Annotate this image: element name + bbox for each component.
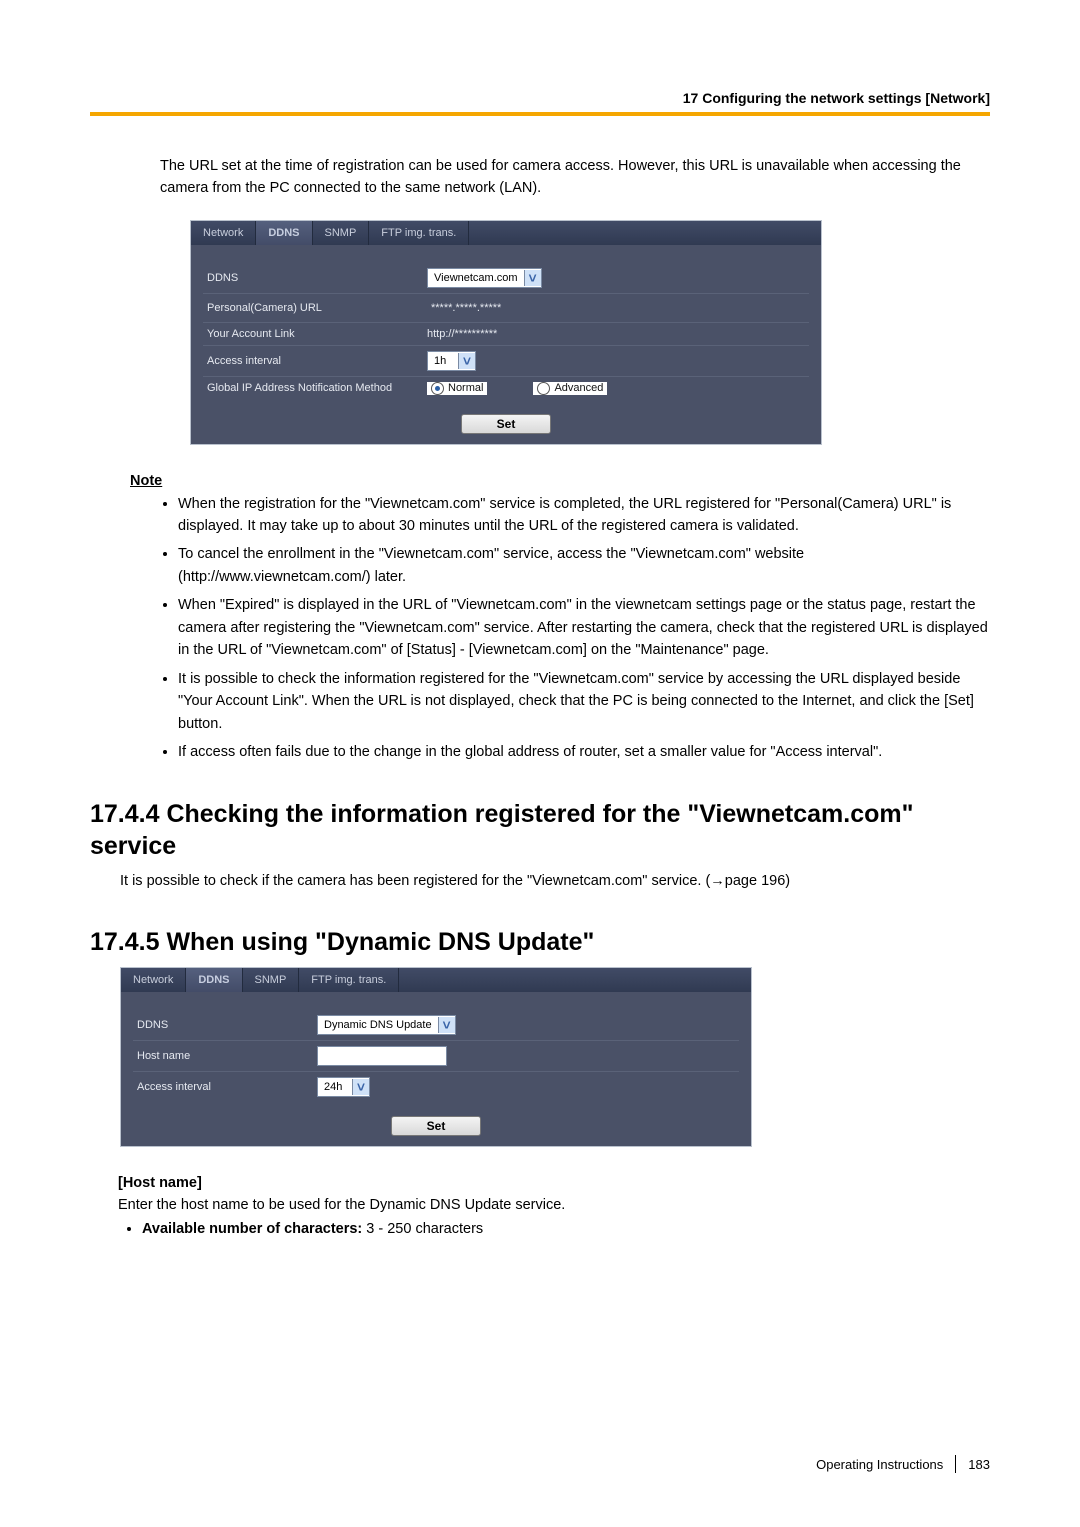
paragraph-1744: It is possible to check if the camera ha… <box>120 871 990 893</box>
list-item: If access often fails due to the change … <box>178 741 990 763</box>
radio-normal[interactable]: Normal <box>427 382 487 395</box>
tab-ddns[interactable]: DDNS <box>186 968 242 992</box>
row-notification-method: Global IP Address Notification Method No… <box>203 376 809 400</box>
label-access-interval: Access interval <box>133 1081 317 1093</box>
tab-snmp[interactable]: SNMP <box>243 968 300 992</box>
tab-ddns[interactable]: DDNS <box>256 221 312 245</box>
tab-network[interactable]: Network <box>121 968 186 992</box>
chevron-down-icon: ˅ <box>352 1079 369 1095</box>
tab-row: Network DDNS SNMP FTP img. trans. <box>191 221 821 245</box>
list-item: When the registration for the "Viewnetca… <box>178 493 990 538</box>
row-account-link: Your Account Link http://********** <box>203 322 809 345</box>
list-item: It is possible to check the information … <box>178 668 990 735</box>
select-value: Viewnetcam.com <box>428 272 524 284</box>
row-personal-url: Personal(Camera) URL *****.*****.***** <box>203 293 809 322</box>
page-footer: Operating Instructions 183 <box>816 1455 990 1473</box>
chevron-down-icon: ˅ <box>458 353 475 369</box>
intro-paragraph: The URL set at the time of registration … <box>160 156 990 200</box>
set-button[interactable]: Set <box>461 414 551 434</box>
chevron-down-icon: ˅ <box>438 1017 455 1033</box>
note-list: When the registration for the "Viewnetca… <box>150 493 990 764</box>
radio-advanced[interactable]: Advanced <box>533 382 607 395</box>
set-row: Set <box>191 406 821 444</box>
tab-ftp[interactable]: FTP img. trans. <box>369 221 469 245</box>
row-ddns: DDNS Viewnetcam.com ˅ <box>203 263 809 293</box>
list-item: When "Expired" is displayed in the URL o… <box>178 594 990 661</box>
tab-network[interactable]: Network <box>191 221 256 245</box>
select-value: Dynamic DNS Update <box>318 1019 438 1031</box>
list-item: Available number of characters: 3 - 250 … <box>142 1221 990 1237</box>
label-ddns: DDNS <box>203 272 427 284</box>
hostname-heading: [Host name] <box>118 1175 990 1191</box>
radio-icon <box>537 382 550 395</box>
page: 17 Configuring the network settings [Net… <box>0 0 1080 1527</box>
label-access-interval: Access interval <box>203 355 427 367</box>
label-personal-url: Personal(Camera) URL <box>203 302 427 314</box>
label-notification-method: Global IP Address Notification Method <box>203 382 427 394</box>
label-host-name: Host name <box>133 1050 317 1062</box>
select-value: 24h <box>318 1081 352 1093</box>
label-ddns: DDNS <box>133 1019 317 1031</box>
list-item: To cancel the enrollment in the "Viewnet… <box>178 543 990 588</box>
footer-page-number: 183 <box>968 1457 990 1472</box>
value-personal-url: *****.*****.***** <box>427 299 505 317</box>
tab-ftp[interactable]: FTP img. trans. <box>299 968 399 992</box>
select-value: 1h <box>428 355 458 367</box>
hostname-spec-list: Available number of characters: 3 - 250 … <box>124 1221 990 1237</box>
ddns-dynamic-panel: Network DDNS SNMP FTP img. trans. DDNS D… <box>120 967 752 1147</box>
footer-separator <box>955 1455 956 1473</box>
heading-1744: 17.4.4 Checking the information register… <box>90 798 990 863</box>
tab-row: Network DDNS SNMP FTP img. trans. <box>121 968 751 992</box>
select-ddns-service[interactable]: Viewnetcam.com ˅ <box>427 268 542 288</box>
page-header: 17 Configuring the network settings [Net… <box>90 90 990 116</box>
radio-icon <box>431 382 444 395</box>
set-row: Set <box>121 1108 751 1146</box>
radio-label: Advanced <box>554 382 603 394</box>
footer-doc-title: Operating Instructions <box>816 1457 943 1472</box>
row-access-interval: Access interval 1h ˅ <box>203 345 809 376</box>
ddns-viewnetcam-panel: Network DDNS SNMP FTP img. trans. DDNS V… <box>190 220 822 445</box>
radio-label: Normal <box>448 382 483 394</box>
panel-rows: DDNS Dynamic DNS Update ˅ Host name Acce… <box>121 992 751 1108</box>
tab-snmp[interactable]: SNMP <box>313 221 370 245</box>
panel-rows: DDNS Viewnetcam.com ˅ Personal(Camera) U… <box>191 245 821 406</box>
chars-label: Available number of characters: <box>142 1221 362 1237</box>
row-host-name: Host name <box>133 1040 739 1071</box>
note-heading: Note <box>130 473 990 489</box>
label-account-link: Your Account Link <box>203 328 427 340</box>
row-ddns: DDNS Dynamic DNS Update ˅ <box>133 1010 739 1040</box>
set-button[interactable]: Set <box>391 1116 481 1136</box>
value-account-link[interactable]: http://********** <box>427 328 497 340</box>
heading-1745: 17.4.5 When using "Dynamic DNS Update" <box>90 926 990 959</box>
chevron-down-icon: ˅ <box>524 270 541 286</box>
select-access-interval[interactable]: 24h ˅ <box>317 1077 370 1097</box>
chars-value: 3 - 250 characters <box>362 1221 483 1237</box>
input-host-name[interactable] <box>317 1046 447 1066</box>
row-access-interval: Access interval 24h ˅ <box>133 1071 739 1102</box>
hostname-desc: Enter the host name to be used for the D… <box>118 1195 990 1217</box>
select-access-interval[interactable]: 1h ˅ <box>427 351 476 371</box>
select-ddns-service[interactable]: Dynamic DNS Update ˅ <box>317 1015 456 1035</box>
